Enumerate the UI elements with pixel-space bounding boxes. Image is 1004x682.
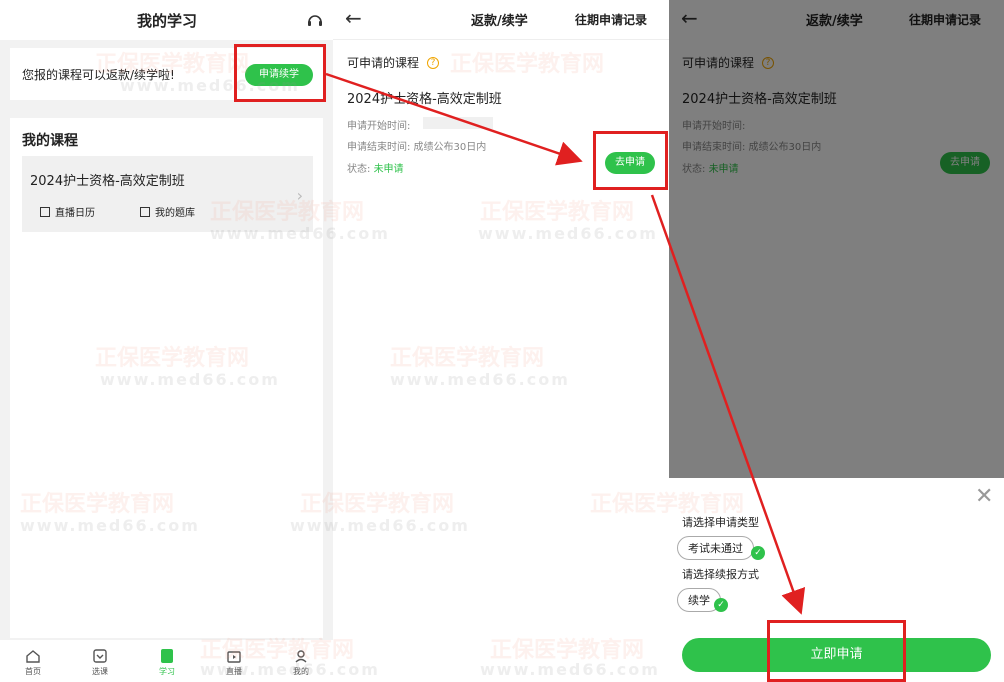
annotation-arrows: [325, 72, 806, 615]
arrow-1: [325, 72, 583, 166]
arrow-2: [650, 194, 806, 615]
